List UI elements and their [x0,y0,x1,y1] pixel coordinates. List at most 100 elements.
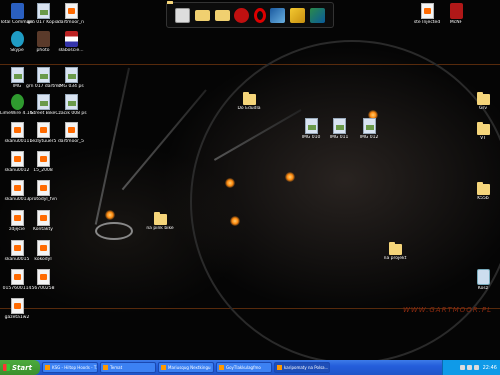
slaboscie-icon[interactable]: słaboście... [54,31,88,53]
photo-glyph-icon [36,31,50,47]
kokodyl-glyph-icon [36,240,50,256]
desktop-icon-label: Do Edudla [237,106,261,111]
k55b-folder-icon[interactable]: K55b [466,180,500,201]
window-icon [277,365,282,370]
desktop-icon-label: Kosz [477,286,489,291]
grn-017-glyph-icon [36,3,50,19]
slaboscie-glyph-icon [64,31,78,47]
doc-56700258-icon[interactable]: 56700258 [26,269,60,291]
wallpaper-watermark: WWW.GARTMOOR.PL [402,306,492,314]
skanu0012-glyph-icon [10,151,24,167]
messenger-icon[interactable] [270,7,286,23]
grv-folder-icon[interactable]: Grv [466,90,500,111]
na-projekt-folder-glyph-icon [388,242,402,255]
k55b-folder-glyph-icon [476,182,490,195]
taskbar-button-label: KSG - Hiltop Hoods - T... [52,365,98,370]
taskbar-button[interactable]: karipomaty na Polsa... [274,362,330,373]
skanu0013-glyph-icon [10,180,24,196]
img-012-icon[interactable]: IMG 012 [352,118,386,140]
desktop-icon-label: Czacik 008 ps [55,111,87,116]
tray-icon[interactable] [473,365,479,370]
img-034-glyph-icon [64,67,78,83]
img-glyph-icon [10,67,24,83]
grn-017-dartmoor-glyph-icon [36,67,50,83]
gazeta-icon[interactable]: gazeta1w2 [0,298,34,320]
skanu0015-glyph-icon [10,240,24,256]
desktop-icon-label: IMG 011 [329,135,349,140]
desktop-icon-label: K55b [477,196,489,201]
window-icon [45,365,50,370]
desktop-icon-label: VT [480,136,486,141]
wheel-spoke [94,67,130,225]
tray-icon[interactable] [466,365,472,370]
task-list: KSG - Hiltop Hoods - T... Temat Mariusqug … [40,362,330,373]
desktop-icon-label: Grv [478,106,487,111]
do-edudla-folder-icon[interactable]: Do Edudla [232,90,266,111]
desktop-icon-label: 56700258 [31,286,55,291]
tools-icon[interactable] [290,7,306,23]
kontakty-icon[interactable]: Kontakty [26,210,60,232]
kokodyl-icon[interactable]: kokodyl [26,240,60,262]
desktop-icon-label: słaboście... [58,48,84,53]
grv-folder-glyph-icon [476,92,490,105]
skype-glyph-icon [10,31,24,47]
light-glow [230,216,240,226]
total-commander-glyph-icon [10,3,24,19]
desktop-icon-label: kokodyl [34,257,52,262]
taskbar-button-label: Mariusqug Nextkingu [168,365,211,370]
ste-injected-glyph-icon [420,3,434,19]
vt-folder-icon[interactable]: VT [466,120,500,141]
img-010-glyph-icon [304,118,318,134]
taskbar-button[interactable]: Temat [100,362,156,373]
taskbar-button[interactable]: GoyTlakkulagfmo [216,362,272,373]
na-pink-bike-folder-icon[interactable]: na pink bike [143,210,177,231]
opera-icon[interactable] [253,7,266,23]
bezlytulu-glyph-icon [36,122,50,138]
taskbar-button[interactable]: KSG - Hiltop Hoods - T... [42,362,98,373]
czacik-glyph-icon [64,94,78,110]
explorer-icon[interactable] [214,9,230,21]
desktop-icon-label: dartmoor_5 [57,139,85,144]
protodyl-icon[interactable]: protodyl_fvn [26,180,60,202]
na-projekt-folder-icon[interactable]: na projekt [378,240,412,261]
kontakty-glyph-icon [36,210,50,226]
pen-icon[interactable] [309,7,325,23]
light-glow [225,178,235,188]
dartmoor-5-icon[interactable]: dartmoor_5 [54,122,88,144]
desktop-icon-label: na pink bike [146,226,174,231]
desktop-icon-label: gazeta1w2 [4,315,30,320]
doc-0157600114-glyph-icon [10,269,24,285]
desktop: WWW.GARTMOOR.PL Total Commandergrn 017 K… [0,0,500,360]
img-034-icon[interactable]: IMG 034 ps [54,67,88,89]
dartmoor-5-glyph-icon [64,122,78,138]
window-icon [219,365,224,370]
taskbar: Start KSG - Hiltop Hoods - T... Temat Mari… [0,360,500,375]
czacik-icon[interactable]: Czacik 008 ps [54,94,88,116]
taskbar-button-label: karipomaty na Polsa... [284,365,329,370]
red-app-icon[interactable] [234,7,250,23]
desktop-icon-label: dartmoor_n [57,20,85,25]
desktop-icon-label: na projekt [383,256,407,261]
tray-icon[interactable] [459,365,465,370]
start-button[interactable]: Start [0,360,40,375]
my-computer-icon[interactable] [175,7,191,23]
file-15-2008-icon[interactable]: 15_2008 [26,151,60,173]
zdjecie-glyph-icon [10,210,24,226]
kosz-icon[interactable]: Kosz [466,269,500,291]
desktop-icon-label: IMG 034 ps [58,84,84,89]
doc-56700258-glyph-icon [36,269,50,285]
desktop-icon-label: McNF [449,20,463,25]
do-edudla-folder-glyph-icon [242,92,256,105]
taskbar-button-label: Temat [110,365,123,370]
desktop-icon-label: 15_2008 [33,168,53,173]
img-011-icon[interactable]: IMG 011 [322,118,356,140]
dartmoor-icon[interactable]: dartmoor_n [54,3,88,25]
taskbar-button[interactable]: Mariusqug Nextkingu [158,362,214,373]
quick-launch-bar [166,2,334,28]
na-pink-bike-folder-glyph-icon [153,212,167,225]
street-bike-glyph-icon [36,94,50,110]
mcnf-icon[interactable]: McNF [439,3,473,25]
img-012-glyph-icon [362,118,376,134]
folder-icon[interactable] [194,9,210,21]
skanu0011-glyph-icon [10,122,24,138]
